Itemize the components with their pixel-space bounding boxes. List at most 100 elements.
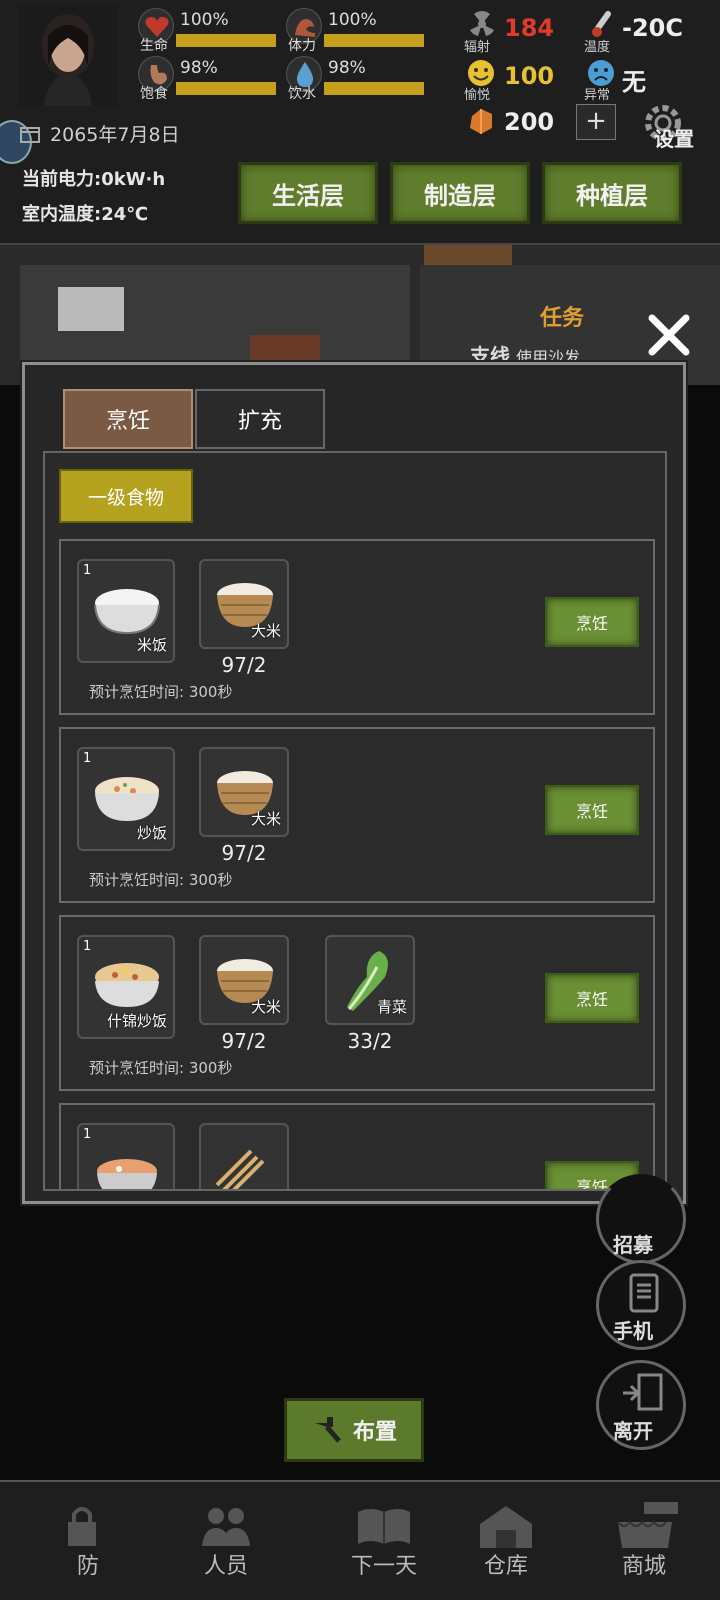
book-icon [358, 1509, 410, 1544]
ingredient-name: 大米 [250, 810, 281, 828]
nav-shop[interactable]: 商城 [584, 1498, 704, 1588]
add-currency-button[interactable]: + [576, 104, 616, 140]
arrange-button[interactable]: 布置 [284, 1398, 424, 1462]
date-display: 2065年7月8日 [20, 120, 180, 147]
health-stat: 100% 生命 [138, 8, 288, 54]
recipe-card: 1 什锦炒饭 大米 97/2 青菜 33/2 预计烹饪时间: 300秒 烹饪 [59, 915, 655, 1091]
ingredient-quantity: 97/2 [221, 841, 267, 865]
result-slot[interactable]: 1 [77, 1123, 175, 1189]
exit-door-icon [623, 1373, 663, 1411]
result-slot[interactable]: 1 什锦炒饭 [77, 935, 175, 1039]
health-bar [176, 34, 276, 47]
hunger-label: 饱食 [140, 86, 168, 102]
cook-button[interactable]: 烹饪 [545, 973, 639, 1023]
ingredient-quantity: 33/2 [347, 1029, 393, 1053]
stamina-percent: 100% [328, 10, 377, 30]
task-label[interactable]: 任务 [540, 300, 584, 332]
ingredient-slot[interactable]: 青菜 [325, 935, 415, 1025]
tab-expand[interactable]: 扩充 [195, 389, 325, 449]
crafting-layer-button[interactable]: 制造层 [390, 162, 530, 224]
hunger-bar [176, 82, 276, 95]
nav-defense-label: 防 [76, 1554, 99, 1579]
temperature-stat: 温度 -20C [584, 10, 704, 55]
warehouse-icon [480, 1506, 532, 1548]
character-portrait[interactable] [18, 6, 118, 106]
cook-button[interactable]: 烹饪 [545, 597, 639, 647]
cook-time: 预计烹饪时间: 300秒 [89, 683, 233, 701]
thirst-bar [324, 82, 424, 95]
thirst-label: 饮水 [288, 86, 316, 102]
nav-personnel[interactable]: 人员 [166, 1498, 286, 1588]
ingredient-slot[interactable] [199, 1123, 289, 1189]
bottom-navigation: 防 人员 下一天 仓库 商城 [0, 1480, 720, 1600]
ingredient-slot[interactable]: 大米 [199, 935, 289, 1025]
result-count: 1 [83, 751, 92, 766]
power-readout: 当前电力:0kW·h [22, 169, 166, 190]
radiation-label: 辐射 [464, 40, 491, 55]
stamina-bar [324, 34, 424, 47]
result-slot[interactable]: 1 炒饭 [77, 747, 175, 851]
result-name: 炒饭 [136, 824, 167, 842]
hunger-percent: 98% [180, 58, 218, 78]
noodle-bowl-icon [97, 1159, 157, 1189]
abnormal-label: 异常 [584, 88, 611, 103]
nav-personnel-label: 人员 [203, 1554, 248, 1579]
status-hud: 100% 生命 100% 体力 98% 饱食 98% 饮水 辐射 184 愉悦 … [0, 0, 720, 245]
cook-button[interactable]: 烹饪 [545, 785, 639, 835]
phone-icon [629, 1273, 659, 1313]
mood-label: 愉悦 [464, 88, 491, 103]
settings-label: 设置 [654, 127, 694, 151]
currency-value: 200 [504, 108, 555, 136]
cooking-modal: 烹饪 扩充 一级食物 1 米饭 大米 97/2 预计烹饪时间: 300秒 烹饪 … [22, 362, 686, 1204]
gem-icon [470, 109, 492, 134]
phone-button[interactable]: 手机 [596, 1260, 686, 1350]
recipe-card: 1 米饭 大米 97/2 预计烹饪时间: 300秒 烹饪 [59, 539, 655, 715]
nav-next-day[interactable]: 下一天 [324, 1498, 444, 1588]
ingredient-slot[interactable]: 大米 [199, 559, 289, 649]
ingredient-name: 大米 [250, 622, 281, 640]
nav-warehouse-label: 仓库 [483, 1554, 528, 1579]
cook-time: 预计烹饪时间: 300秒 [89, 871, 233, 889]
radiation-icon [470, 10, 494, 37]
calendar-icon [20, 127, 40, 143]
settings-button[interactable]: 设置 [636, 90, 708, 160]
hunger-stat: 98% 饱食 [138, 56, 288, 102]
result-count: 1 [83, 939, 92, 954]
result-name: 米饭 [136, 636, 167, 654]
result-name: 什锦炒饭 [106, 1012, 167, 1030]
recruit-button[interactable]: 招募 [596, 1174, 686, 1264]
farming-layer-button[interactable]: 种植层 [542, 162, 682, 224]
recruit-label: 招募 [613, 1233, 653, 1257]
stamina-stat: 100% 体力 [286, 8, 436, 54]
nav-next-day-label: 下一天 [350, 1554, 417, 1579]
ingredient-slot[interactable]: 大米 [199, 747, 289, 837]
close-icon[interactable] [646, 312, 692, 358]
recipe-panel[interactable]: 一级食物 1 米饭 大米 97/2 预计烹饪时间: 300秒 烹饪 1 炒饭 大… [43, 451, 667, 1191]
leave-label: 离开 [613, 1419, 653, 1443]
ingredient-name: 青菜 [376, 998, 407, 1016]
thirst-stat: 98% 饮水 [286, 56, 436, 102]
indoor-temperature-readout: 室内温度:24℃ [22, 204, 149, 225]
radiation-stat: 辐射 184 [464, 10, 564, 55]
cook-time: 预计烹饪时间: 300秒 [89, 1059, 233, 1077]
temperature-value: -20C [622, 14, 683, 42]
nav-warehouse[interactable]: 仓库 [446, 1498, 566, 1588]
date-text: 2065年7月8日 [50, 124, 180, 146]
food-level-filter[interactable]: 一级食物 [59, 469, 193, 523]
temperature-label: 温度 [584, 40, 611, 55]
noodles-icon [215, 1149, 265, 1189]
result-slot[interactable]: 1 米饭 [77, 559, 175, 663]
leave-button[interactable]: 离开 [596, 1360, 686, 1450]
nav-defense[interactable]: 防 [22, 1498, 142, 1588]
nav-shop-label: 商城 [621, 1554, 666, 1579]
living-layer-button[interactable]: 生活层 [238, 162, 378, 224]
tab-cooking[interactable]: 烹饪 [63, 389, 193, 449]
stamina-label: 体力 [288, 38, 316, 54]
arrange-label: 布置 [352, 1420, 397, 1445]
recipe-card: 1 烹饪 [59, 1103, 655, 1189]
ingredient-quantity: 97/2 [221, 1029, 267, 1053]
recipe-card: 1 炒饭 大米 97/2 预计烹饪时间: 300秒 烹饪 [59, 727, 655, 903]
phone-label: 手机 [613, 1319, 653, 1343]
result-count: 1 [83, 1127, 92, 1142]
health-label: 生命 [140, 38, 168, 54]
